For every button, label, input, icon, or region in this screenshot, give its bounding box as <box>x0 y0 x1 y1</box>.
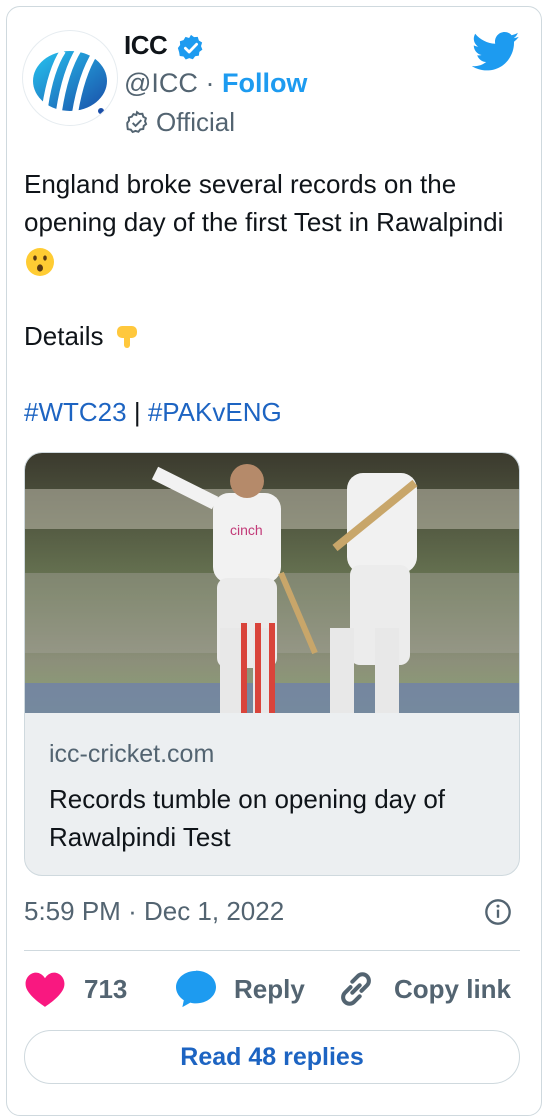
read-replies-button[interactable]: Read 48 replies <box>24 1030 520 1084</box>
heart-icon <box>25 972 65 1007</box>
follow-button[interactable]: Follow <box>222 68 307 98</box>
link-domain: icc-cricket.com <box>49 740 215 768</box>
reply-label: Reply <box>234 973 305 1004</box>
reply-button[interactable]: Reply <box>174 966 305 1012</box>
time-separator: · <box>128 896 137 926</box>
cricket-photo: cinch <box>25 453 519 713</box>
author-handle-row: @ICC · Follow <box>124 68 307 99</box>
dot-separator: · <box>205 68 215 98</box>
sponsor-text: cinch <box>230 522 263 538</box>
details-text: Details <box>24 321 104 351</box>
twitter-bird-icon[interactable] <box>472 32 520 72</box>
link-icon <box>341 972 371 1006</box>
official-check-icon <box>126 109 148 133</box>
tweet-text: England broke several records on the ope… <box>24 165 524 431</box>
hashtag-separator: | <box>133 397 141 427</box>
copy-link-label: Copy link <box>394 973 512 1004</box>
copy-link-button[interactable]: Copy link <box>334 966 511 1012</box>
tweet-timestamp[interactable]: 5:59 PM · Dec 1, 2022 <box>24 896 284 927</box>
divider <box>24 950 520 951</box>
tweet-time: 5:59 PM <box>24 896 121 926</box>
hashtag-wtc23[interactable]: #WTC23 <box>24 397 127 427</box>
tweet-date: Dec 1, 2022 <box>143 896 285 926</box>
pointing-down-emoji-icon <box>116 326 137 349</box>
author-handle[interactable]: @ICC <box>124 68 198 98</box>
action-bar: 713 Reply Copy link <box>24 966 520 1012</box>
stumps <box>241 623 275 713</box>
icc-logo <box>33 47 107 114</box>
like-button[interactable]: 713 <box>24 966 127 1012</box>
link-title: Records tumble on opening day of Rawalpi… <box>49 784 446 852</box>
info-icon[interactable] <box>484 898 512 926</box>
author-name[interactable]: ICC <box>124 30 168 61</box>
like-count: 713 <box>84 973 128 1004</box>
astonished-face-emoji-icon <box>26 248 54 277</box>
tweet-body: England broke several records on the ope… <box>24 169 504 237</box>
hashtag-pakveng[interactable]: #PAKvENG <box>148 397 282 427</box>
verified-badge-icon <box>177 34 203 60</box>
reply-bubble-icon <box>176 970 216 1008</box>
link-preview-card[interactable]: cinch icc-cricket.com Records tumble on … <box>24 452 520 876</box>
official-badge: Official <box>124 107 235 138</box>
author-avatar[interactable] <box>22 30 118 126</box>
official-label: Official <box>156 107 235 137</box>
